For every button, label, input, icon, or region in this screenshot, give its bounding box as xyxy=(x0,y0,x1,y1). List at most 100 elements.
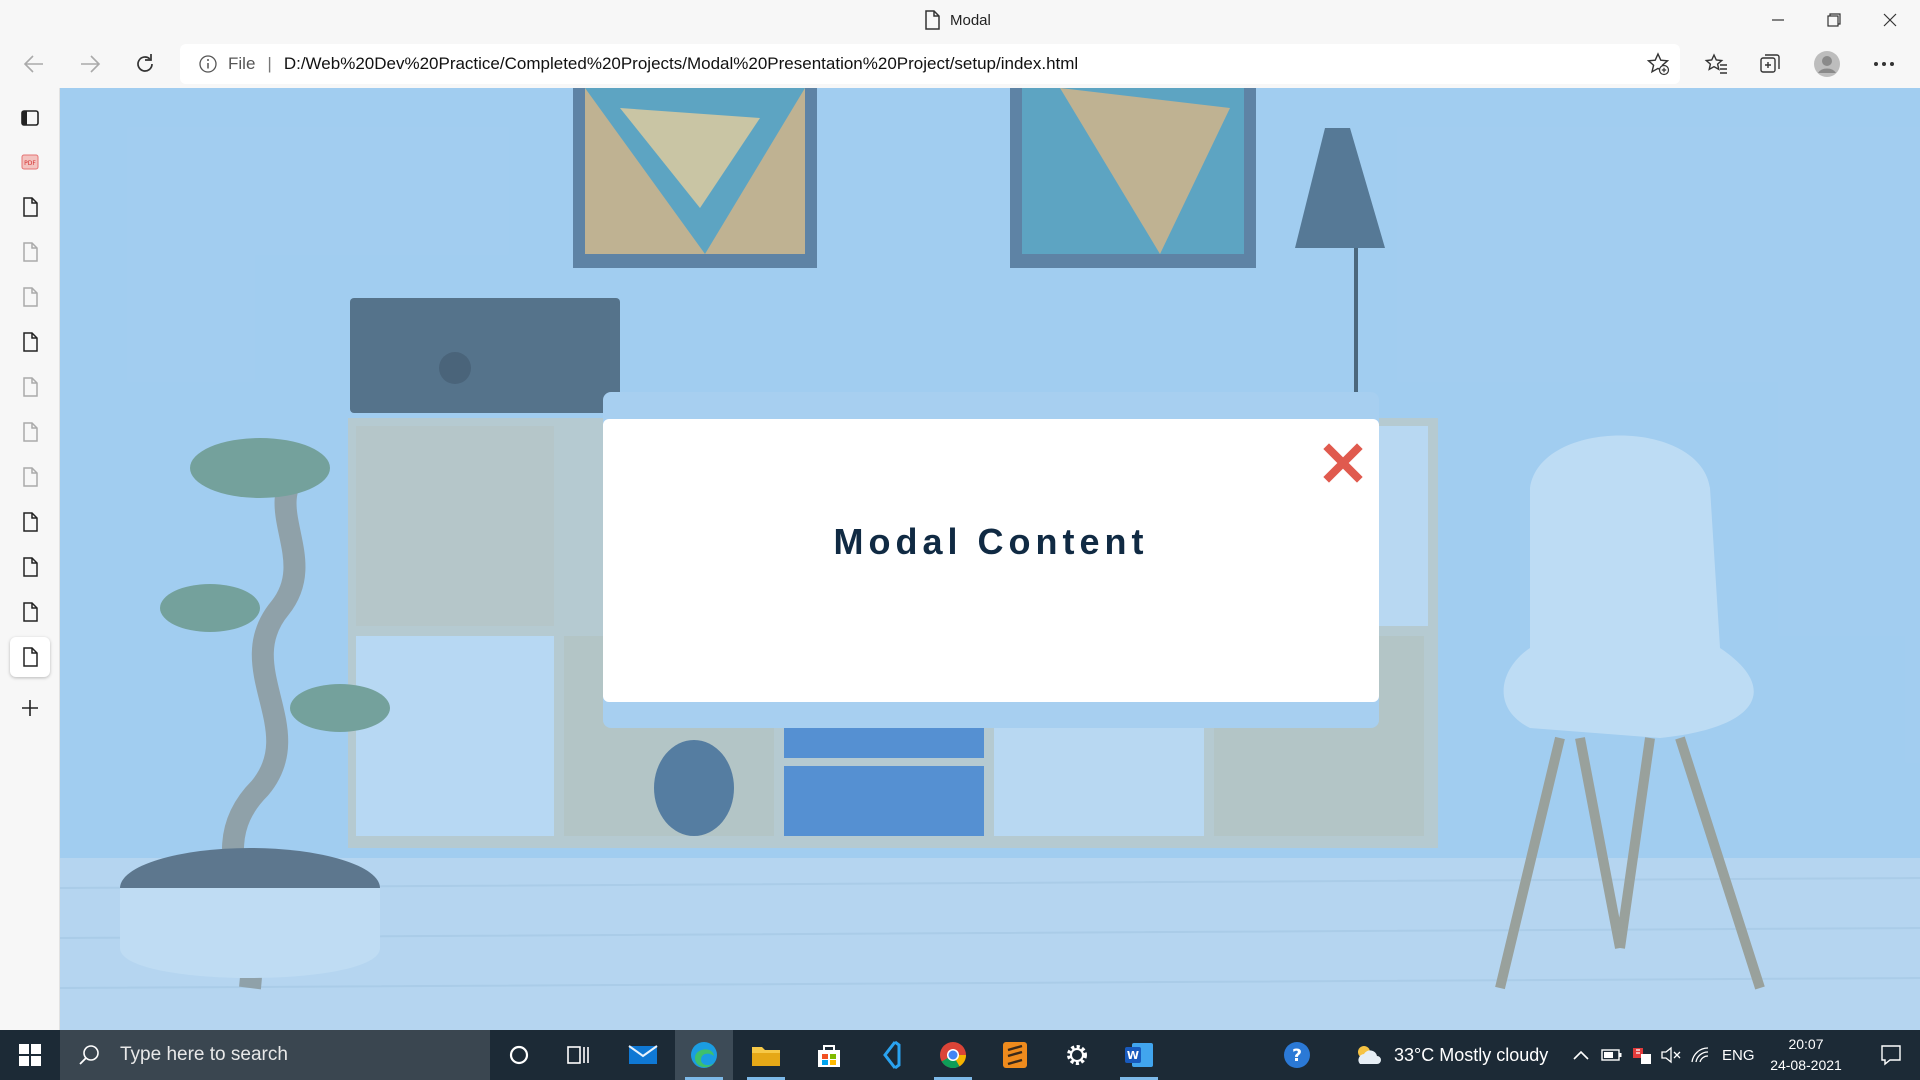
store-icon xyxy=(818,1045,840,1067)
mail-icon xyxy=(628,1045,658,1064)
clock-date: 24-08-2021 xyxy=(1770,1057,1842,1073)
document-icon xyxy=(23,512,38,532)
edge-app-button[interactable] xyxy=(675,1030,733,1080)
wifi-icon xyxy=(1691,1047,1709,1063)
address-separator: | xyxy=(267,54,272,73)
notification-center-button[interactable] xyxy=(1862,1030,1920,1080)
tab-actions-button[interactable] xyxy=(10,98,50,138)
windows-start-icon xyxy=(19,1044,41,1066)
vertical-tab-6[interactable] xyxy=(10,412,50,452)
url-text[interactable]: D:/Web%20Dev%20Practice/Completed%20Proj… xyxy=(284,54,1078,74)
document-icon xyxy=(23,197,38,217)
sublime-button[interactable] xyxy=(986,1030,1044,1080)
word-button[interactable]: W xyxy=(1110,1030,1168,1080)
close-window-icon xyxy=(1883,13,1897,27)
notification-icon xyxy=(1881,1045,1901,1066)
browser-toolbar: File | D:/Web%20Dev%20Practice/Completed… xyxy=(0,40,1920,88)
more-button[interactable] xyxy=(1864,44,1904,84)
close-icon[interactable] xyxy=(1323,443,1363,483)
document-icon xyxy=(23,467,38,487)
mail-app-button[interactable] xyxy=(614,1030,672,1080)
weather-widget[interactable]: 33°C Mostly cloudy xyxy=(1352,1030,1548,1080)
svg-text:PDF: PDF xyxy=(24,160,36,167)
vertical-tab-10[interactable] xyxy=(10,592,50,632)
vertical-tab-4[interactable] xyxy=(10,322,50,362)
chrome-button[interactable] xyxy=(924,1030,982,1080)
new-tab-icon xyxy=(22,700,38,716)
network-status[interactable] xyxy=(1627,1030,1657,1080)
chrome-icon xyxy=(940,1042,967,1069)
add-favorite-icon[interactable] xyxy=(1646,52,1670,76)
cortana-icon xyxy=(509,1045,529,1065)
svg-text:W: W xyxy=(1127,1049,1139,1062)
favorites-button[interactable] xyxy=(1696,44,1736,84)
taskbar-search-box[interactable]: Type here to search xyxy=(60,1030,490,1080)
modal-title: Modal Content xyxy=(833,521,1149,562)
edge-icon xyxy=(691,1042,717,1068)
battery-icon xyxy=(1601,1049,1622,1061)
vertical-tab-modal-active[interactable] xyxy=(10,637,50,677)
profile-icon xyxy=(1814,51,1840,77)
vertical-tab-1[interactable] xyxy=(10,187,50,227)
weather-icon xyxy=(1358,1046,1381,1064)
vertical-tab-pdf[interactable]: PDF xyxy=(10,142,50,182)
vscode-button[interactable] xyxy=(862,1030,920,1080)
store-button[interactable] xyxy=(800,1030,858,1080)
document-icon xyxy=(925,10,940,30)
modal-dialog: Modal Content xyxy=(603,419,1379,702)
cortana-button[interactable] xyxy=(490,1030,548,1080)
window-title: Modal xyxy=(924,9,991,31)
wifi-button[interactable] xyxy=(1686,1030,1716,1080)
more-icon xyxy=(1874,62,1894,66)
taskbar: Type here to search W ? 33°C Mostly clou… xyxy=(0,1030,1920,1080)
task-view-icon xyxy=(567,1046,589,1064)
refresh-button[interactable] xyxy=(125,44,165,84)
clock-time: 20:07 xyxy=(1788,1036,1824,1052)
volume-button[interactable] xyxy=(1656,1030,1686,1080)
forward-button[interactable] xyxy=(70,44,110,84)
document-icon xyxy=(23,242,38,262)
start-button[interactable] xyxy=(0,1030,60,1080)
volume-mute-icon xyxy=(1661,1046,1681,1064)
document-icon xyxy=(23,647,38,667)
collections-icon xyxy=(1760,54,1780,73)
settings-button[interactable] xyxy=(1048,1030,1106,1080)
vertical-tab-5[interactable] xyxy=(10,367,50,407)
clock[interactable]: 20:07 24-08-2021 xyxy=(1758,1034,1854,1076)
vertical-tab-7[interactable] xyxy=(10,457,50,497)
chevron-up-icon xyxy=(1573,1050,1589,1060)
back-icon xyxy=(23,55,43,73)
word-icon: W xyxy=(1125,1043,1153,1067)
address-bar[interactable]: File | D:/Web%20Dev%20Practice/Completed… xyxy=(180,44,1680,84)
minimize-button[interactable] xyxy=(1750,0,1806,40)
vertical-tab-9[interactable] xyxy=(10,547,50,587)
document-icon xyxy=(23,422,38,442)
close-window-button[interactable] xyxy=(1862,0,1918,40)
language-indicator[interactable]: ENG xyxy=(1722,1030,1755,1080)
sublime-icon xyxy=(1003,1042,1027,1068)
back-button[interactable] xyxy=(14,44,54,84)
vertical-tab-3[interactable] xyxy=(10,277,50,317)
task-view-button[interactable] xyxy=(550,1030,608,1080)
refresh-icon xyxy=(137,54,153,72)
vertical-tab-2[interactable] xyxy=(10,232,50,272)
vertical-tab-8[interactable] xyxy=(10,502,50,542)
document-icon xyxy=(23,377,38,397)
help-button[interactable]: ? xyxy=(1268,1030,1326,1080)
document-icon xyxy=(23,332,38,352)
file-explorer-button[interactable] xyxy=(737,1030,795,1080)
battery-status[interactable] xyxy=(1597,1030,1627,1080)
tab-actions-icon xyxy=(21,110,39,126)
profile-button[interactable] xyxy=(1807,44,1847,84)
vertical-tabs-sidebar: PDF xyxy=(0,88,60,1030)
show-hidden-icons-button[interactable] xyxy=(1566,1030,1596,1080)
document-icon xyxy=(23,602,38,622)
new-tab-button[interactable] xyxy=(10,688,50,728)
search-icon xyxy=(79,1045,99,1065)
info-icon xyxy=(199,55,217,73)
restore-button[interactable] xyxy=(1806,0,1862,40)
document-icon xyxy=(23,287,38,307)
site-info-button[interactable] xyxy=(198,54,218,74)
collections-button[interactable] xyxy=(1750,44,1790,84)
document-icon xyxy=(23,557,38,577)
